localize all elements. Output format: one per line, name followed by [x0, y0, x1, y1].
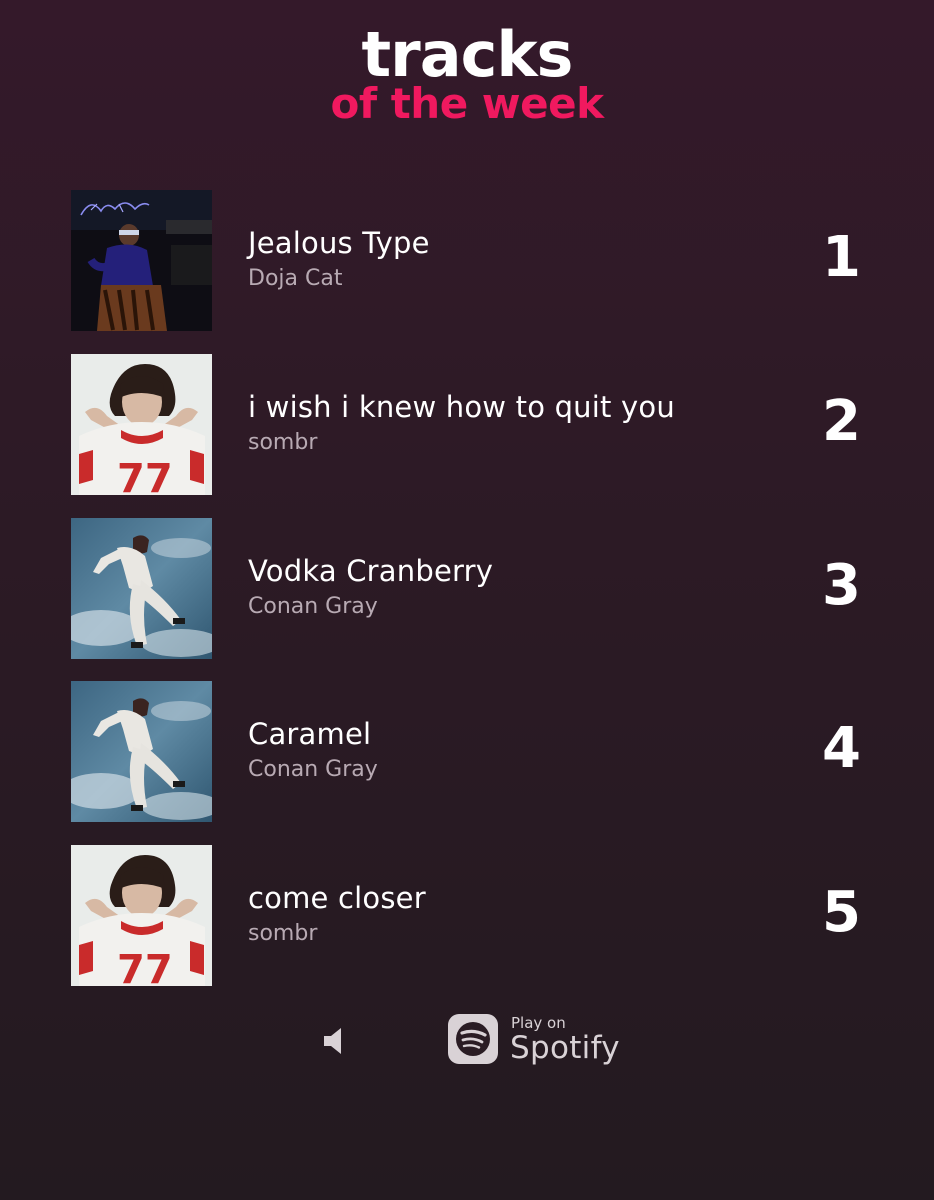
speaker-icon[interactable]	[322, 1026, 346, 1056]
track-row-4[interactable]: Caramel Conan Gray 4	[71, 681, 871, 822]
track-title: come closer	[248, 881, 426, 915]
album-art-sombr-icon	[71, 845, 212, 986]
page-subtitle: of the week	[330, 79, 604, 128]
track-title: Jealous Type	[248, 226, 430, 260]
track-title: Vodka Cranberry	[248, 553, 494, 588]
footer-controls: Play on Spotify	[0, 1012, 934, 1072]
track-rank: 1	[822, 225, 861, 290]
album-art-conan-gray-icon	[71, 518, 212, 659]
track-artist: sombr	[248, 921, 318, 946]
track-artist: Conan Gray	[248, 757, 378, 783]
track-rank: 2	[822, 388, 861, 454]
track-list: Jealous Type Doja Cat 1 i wish i knew ho…	[71, 190, 871, 1009]
track-artist: Conan Gray	[248, 593, 378, 619]
track-artist: Doja Cat	[248, 266, 343, 291]
album-art-conan-gray-icon	[71, 681, 212, 822]
track-rank: 4	[822, 716, 861, 782]
track-row-1[interactable]: Jealous Type Doja Cat 1	[71, 190, 871, 331]
track-title: i wish i knew how to quit you	[248, 389, 675, 424]
track-row-2[interactable]: i wish i knew how to quit you sombr 2	[71, 354, 871, 495]
page-header: tracks of the week	[0, 22, 934, 128]
track-rank: 5	[822, 880, 861, 945]
track-row-3[interactable]: Vodka Cranberry Conan Gray 3	[71, 518, 871, 659]
track-artist: sombr	[248, 429, 318, 455]
track-title: Caramel	[248, 717, 372, 752]
play-on-spotify-button[interactable]: Play on Spotify	[448, 1014, 628, 1070]
track-row-5[interactable]: come closer sombr 5	[71, 845, 871, 986]
track-rank: 3	[822, 552, 861, 618]
spotify-logo-icon	[448, 1014, 498, 1064]
album-art-doja-cat-icon	[71, 190, 212, 331]
spotify-label: Spotify	[510, 1030, 620, 1066]
album-art-sombr-icon	[71, 354, 212, 495]
